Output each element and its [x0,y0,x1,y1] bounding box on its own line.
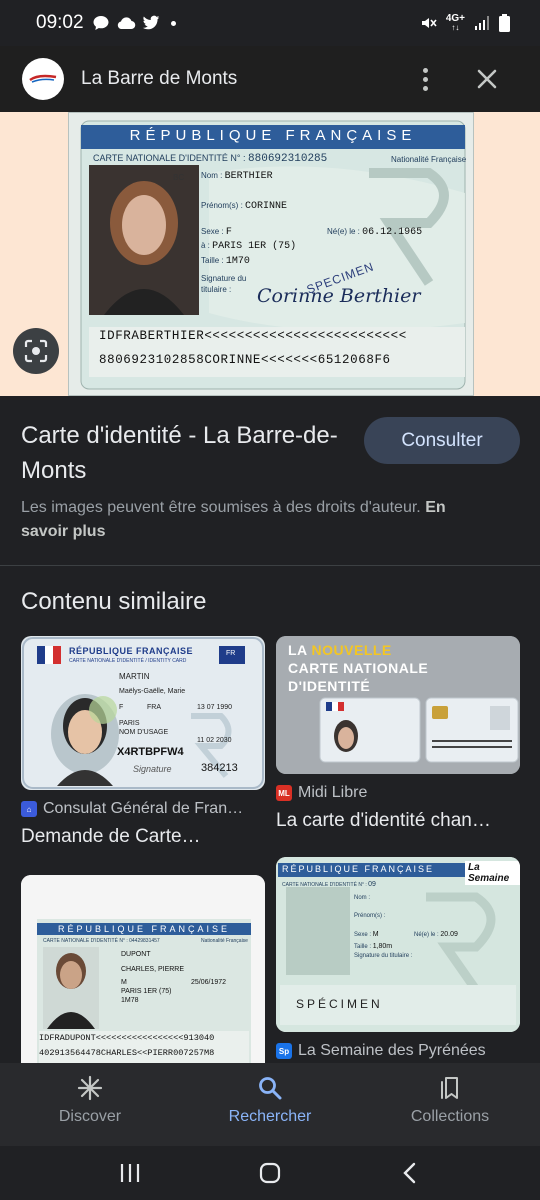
site-logo[interactable] [22,58,64,100]
result-card[interactable]: LA NOUVELLE CARTE NATIONALE D'IDENTITÉ M… [276,636,520,832]
system-navigation-bar [0,1146,540,1200]
message-icon [93,16,109,30]
copyright-notice: Les images peuvent être soumises à des d… [21,499,446,540]
card-signature: Corinne Berthier [257,285,421,307]
bookmarks-icon [441,1077,458,1099]
result-thumbnail[interactable]: RÉPUBLIQUE FRANÇAISE CARTE NATIONALE D'I… [21,636,265,790]
nav-discover[interactable]: Discover [0,1063,180,1146]
card-mrz-2: 8806923102858CORINNE<<<<<<<6512068F6 [99,353,391,367]
card-nationality: Nationalité Française [391,155,467,164]
thumb-country: RÉPUBLIQUE FRANÇAISE [69,646,194,656]
more-options-icon[interactable] [411,64,439,94]
site-logo-image [29,74,57,83]
top-app-bar: La Barre de Monts [0,46,540,112]
close-icon[interactable] [472,64,502,94]
result-card[interactable]: RÉPUBLIQUE FRANÇAISE La Semaine CARTE NA… [276,857,520,1060]
card-nom: BERTHIER [224,171,273,182]
result-title[interactable]: La carte d'identité chan… [276,810,520,832]
result-source: ML Midi Libre [276,784,520,802]
status-time: 09:02 [36,12,84,33]
card-mrz-1: IDFRABERTHIER<<<<<<<<<<<<<<<<<<<<<<<<< [99,329,407,343]
image-title: Carte d'identité - La Barre-de-Monts [21,422,338,484]
status-bar: 09:02 4G+ ↑↓ [0,0,540,46]
card-doc-label: CARTE NATIONALE D'IDENTITÉ N° : [93,153,246,163]
result-thumbnail[interactable]: RÉPUBLIQUE FRANÇAISE La Semaine CARTE NA… [276,857,520,1032]
consulate-favicon-icon: ⌂ [21,801,37,817]
back-icon[interactable] [398,1161,422,1185]
similar-content-heading: Contenu similaire [21,588,207,615]
midi-libre-favicon-icon: ML [276,785,292,801]
result-card[interactable]: RÉPUBLIQUE FRANÇAISE CARTE NATIONALE D'I… [21,636,265,848]
network-indicator: 4G+ ↑↓ [445,13,465,33]
home-icon[interactable] [258,1161,282,1185]
image-preview[interactable]: RÉPUBLIQUE FRANÇAISE CARTE NATIONALE D'I… [0,112,540,396]
result-source: ⌂ Consulat Général de Fran… [21,800,265,818]
notification-icons [92,14,176,32]
semaine-pyrenees-favicon-icon: Sp [276,1043,292,1059]
image-info-section: Carte d'identité - La Barre-de-Monts Con… [0,396,540,566]
result-card[interactable]: RÉPUBLIQUE FRANÇAISE CARTE NATIONALE D'I… [21,875,265,1063]
thumb-specimen: SPÉCIMEN [296,997,383,1011]
card-country: RÉPUBLIQUE FRANÇAISE [129,127,417,144]
bottom-navigation: Discover Rechercher Collections [0,1063,540,1146]
battery-icon [499,14,510,32]
lens-icon [24,339,48,363]
result-thumbnail[interactable]: RÉPUBLIQUE FRANÇAISE CARTE NATIONALE D'I… [21,875,265,1063]
card-prenom: CORINNE [245,201,288,212]
lens-search-button[interactable] [13,328,59,374]
search-icon [259,1077,282,1100]
result-source: Sp La Semaine des Pyrénées [276,1042,520,1060]
nav-search[interactable]: Rechercher [180,1063,360,1146]
thumb-badge: La Semaine [465,861,520,885]
twitter-icon [142,15,159,30]
card-birth: 06.12.1965 [362,227,423,238]
result-thumbnail[interactable]: LA NOUVELLE CARTE NATIONALE D'IDENTITÉ [276,636,520,774]
id-card-image: RÉPUBLIQUE FRANÇAISE CARTE NATIONALE D'I… [68,112,474,396]
cloud-icon [117,17,135,30]
card-bc: BC [173,173,185,182]
mute-icon [421,18,437,28]
site-title: La Barre de Monts [81,68,238,89]
recent-apps-icon[interactable] [118,1162,142,1184]
asterisk-icon [77,1075,103,1101]
signal-icon [475,16,489,30]
result-title[interactable]: Demande de Carte… [21,826,265,848]
more-notifications-dot [170,20,176,26]
card-doc-number: 880692310285 [248,153,328,165]
consult-button[interactable]: Consulter [364,417,520,464]
nav-collections[interactable]: Collections [360,1063,540,1146]
